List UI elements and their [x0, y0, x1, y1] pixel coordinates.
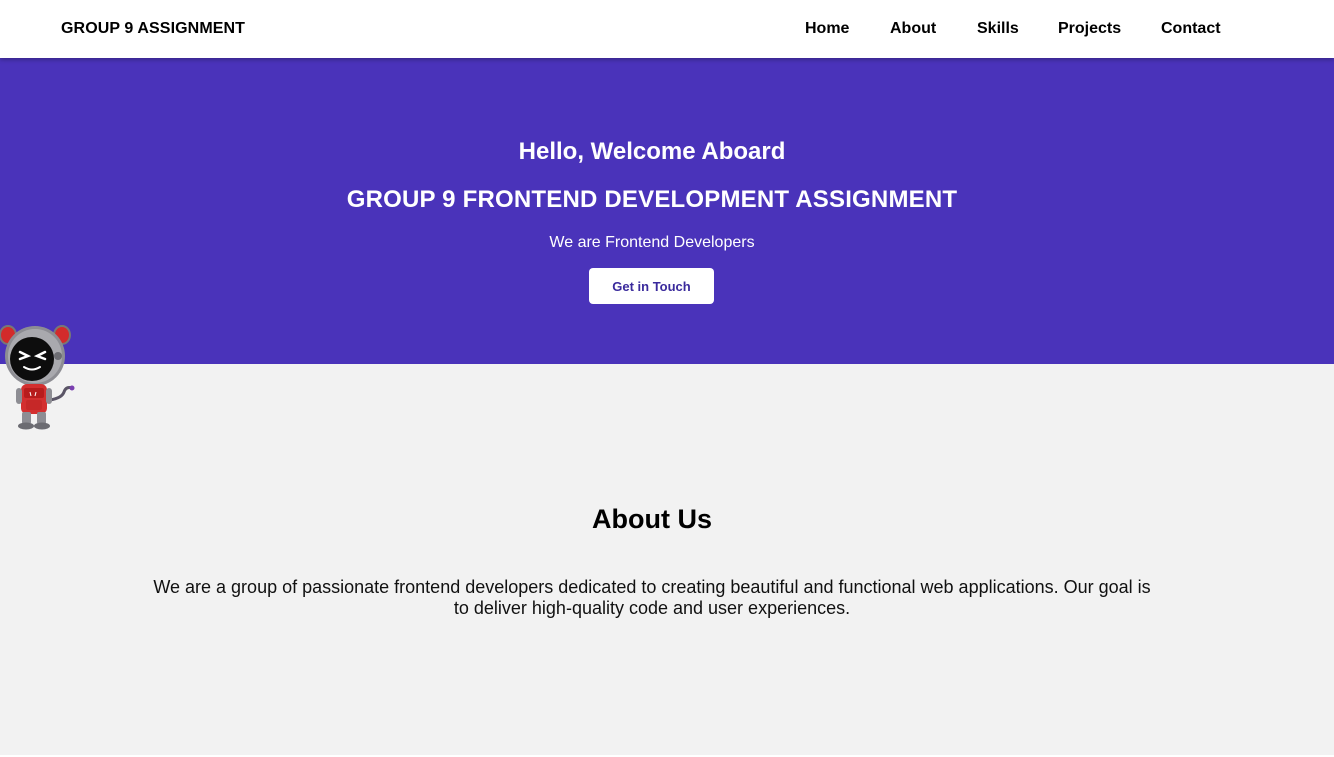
robot-cat-mascot-icon[interactable] [0, 322, 76, 432]
hero-subtitle: We are Frontend Developers [549, 234, 755, 251]
brand-title[interactable]: GROUP 9 ASSIGNMENT [61, 20, 245, 38]
get-in-touch-button[interactable]: Get in Touch [589, 268, 714, 304]
hero-title: GROUP 9 FRONTEND DEVELOPMENT ASSIGNMENT [346, 186, 958, 213]
nav-link-about[interactable]: About [890, 20, 936, 38]
nav-link-contact[interactable]: Contact [1161, 20, 1221, 38]
about-title: About Us [592, 504, 712, 534]
hero-section: Hello, Welcome Aboard GROUP 9 FRONTEND D… [0, 58, 1334, 364]
nav-link-home[interactable]: Home [805, 20, 849, 38]
navbar: GROUP 9 ASSIGNMENT Home About Skills Pro… [0, 0, 1334, 58]
nav-link-projects[interactable]: Projects [1058, 20, 1121, 38]
nav-link-skills[interactable]: Skills [977, 20, 1019, 38]
hero-greeting: Hello, Welcome Aboard [518, 138, 786, 165]
about-text: We are a group of passionate frontend de… [153, 577, 1151, 618]
